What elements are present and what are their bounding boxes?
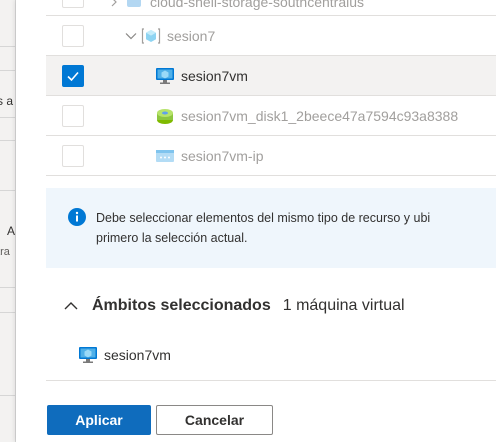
tree-row[interactable]: sesion7vm_disk1_2beece47a7594c93a8388 (46, 96, 496, 136)
background-divider (0, 287, 15, 288)
selected-scopes-title: Ámbitos seleccionados (92, 297, 271, 314)
disk-icon (155, 106, 175, 126)
public-ip-icon (155, 146, 175, 166)
info-message-text: Debe seleccionar elementos del mismo tip… (96, 208, 430, 268)
tree-row-label: sesion7 (167, 27, 216, 44)
background-text: s a (0, 94, 14, 108)
background-divider (0, 70, 15, 71)
background-divider (0, 395, 15, 396)
row-checkbox[interactable] (61, 144, 84, 167)
virtual-machine-icon (78, 345, 98, 365)
row-checkbox-cell (46, 144, 99, 167)
row-checkbox[interactable] (61, 64, 84, 87)
chevron-up-icon[interactable] (60, 295, 82, 317)
row-checkbox-cell (46, 64, 99, 87)
background-divider (0, 46, 15, 47)
row-checkbox-cell (46, 104, 99, 127)
tree-row-content: sesion7vm (99, 66, 248, 86)
row-checkbox[interactable] (61, 104, 84, 127)
info-message-bar: Debe seleccionar elementos del mismo tip… (46, 188, 496, 268)
tree-row-label: sesion7vm-ip (181, 147, 264, 164)
apply-button[interactable]: Aplicar (47, 405, 151, 435)
scope-selection-panel: cloud-shell-storage-southcentralus sesio… (16, 0, 496, 442)
tree-row[interactable]: sesion7vm-ip (46, 136, 496, 176)
background-divider (0, 190, 15, 191)
tree-row-content: sesion7 (99, 26, 215, 46)
tree-row-label: sesion7vm_disk1_2beece47a7594c93a8388 (181, 107, 459, 124)
chevron-right-icon[interactable] (106, 0, 122, 10)
background-divider (0, 140, 15, 141)
tree-row-label: cloud-shell-storage-southcentralus (150, 0, 364, 10)
info-message-line: Debe seleccionar elementos del mismo tip… (96, 211, 431, 225)
virtual-machine-icon (155, 66, 175, 86)
resource-group-icon (141, 26, 161, 46)
tree-row[interactable]: sesion7 (46, 16, 496, 56)
background-blade: s a A ara (0, 0, 16, 442)
chevron-down-icon[interactable] (123, 28, 139, 44)
selected-scope-item: sesion7vm (78, 345, 171, 365)
tree-row-label: sesion7vm (181, 67, 248, 84)
info-icon (68, 208, 86, 226)
background-text: A (7, 224, 16, 238)
cancel-button[interactable]: Cancelar (156, 405, 273, 435)
storage-account-icon (124, 0, 144, 12)
checkmark-icon (66, 71, 79, 81)
tree-row-content: sesion7vm-ip (99, 146, 263, 166)
selected-scopes-count: 1 máquina virtual (282, 297, 405, 314)
selected-scope-label: sesion7vm (104, 347, 171, 363)
row-checkbox[interactable] (61, 24, 84, 47)
background-divider (0, 117, 15, 118)
tree-row-content: sesion7vm_disk1_2beece47a7594c93a8388 (99, 106, 458, 126)
tree-row[interactable]: sesion7vm (46, 56, 496, 96)
resource-tree: cloud-shell-storage-southcentralus sesio… (46, 0, 496, 176)
tree-row-content: cloud-shell-storage-southcentralus (106, 0, 364, 12)
row-checkbox-cell (46, 24, 99, 47)
row-checkbox[interactable] (61, 0, 84, 8)
background-text: ara (0, 246, 10, 258)
background-divider (0, 312, 15, 313)
selected-scopes-header[interactable]: Ámbitos seleccionados 1 máquina virtual (46, 292, 496, 320)
info-message-line: primero la selección actual. (96, 231, 248, 245)
footer-divider (46, 380, 496, 381)
tree-row[interactable]: cloud-shell-storage-southcentralus (46, 0, 496, 16)
